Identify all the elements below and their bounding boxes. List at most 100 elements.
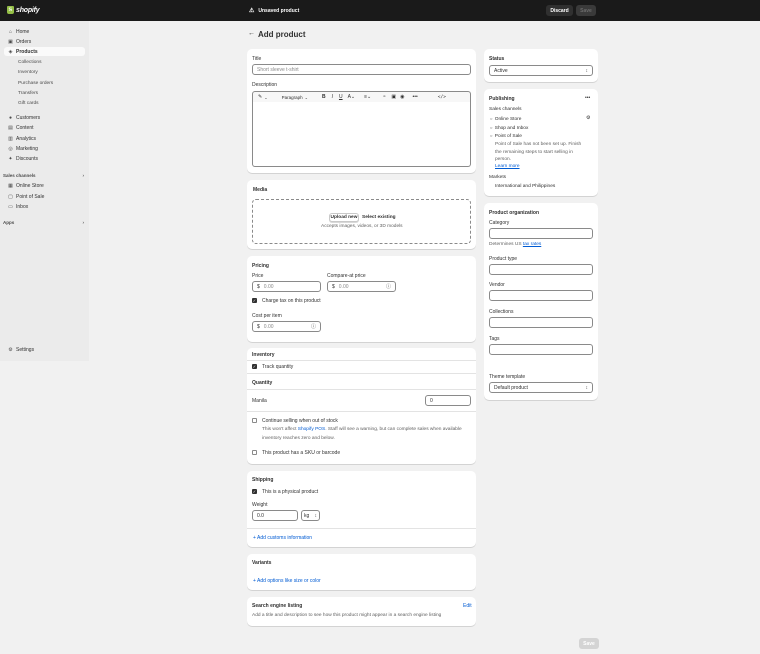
tag-icon: ◈ <box>8 48 13 55</box>
weight-unit-select[interactable]: kg ↕ <box>301 510 320 521</box>
sidebar-sub-transfers[interactable]: Transfers <box>18 91 38 96</box>
cost-per-item-label: Cost per item <box>252 313 282 319</box>
italic-icon[interactable]: I <box>332 94 333 100</box>
paragraph-select[interactable]: Paragraph <box>282 95 303 100</box>
text-color-icon[interactable]: A⌄ <box>348 94 356 100</box>
sidebar-item-settings[interactable]: ⚙ Settings <box>4 345 85 354</box>
warning-icon: ⚠ <box>249 8 255 14</box>
home-icon: ⌂ <box>8 28 13 35</box>
sku-checkbox[interactable] <box>252 450 257 455</box>
collections-input[interactable] <box>489 317 593 328</box>
chart-icon: ▥ <box>8 135 13 142</box>
tags-input[interactable] <box>489 344 593 355</box>
sidebar-sub-collections[interactable]: Collections <box>18 60 41 65</box>
upload-new-button[interactable]: Upload new <box>329 213 359 222</box>
sidebar-item-label: Settings <box>16 346 35 353</box>
more-icon[interactable]: ••• <box>413 94 418 100</box>
category-input[interactable] <box>489 228 593 239</box>
seo-description: Add a title and description to see how t… <box>252 613 442 618</box>
align-icon[interactable]: ≡⌄ <box>364 94 371 100</box>
chevron-down-icon: ⌄ <box>304 94 308 100</box>
sidebar-item-discounts[interactable]: ✦ Discounts <box>4 154 85 163</box>
tax-rates-note: Determines US tax rates <box>489 242 541 247</box>
shopify-logo[interactable]: shopify <box>7 6 40 14</box>
variants-card <box>247 554 476 590</box>
status-select[interactable]: Active ↕ <box>489 65 593 76</box>
discard-button[interactable]: Discard <box>546 5 573 16</box>
sidebar-sub-gift-cards[interactable]: Gift cards <box>18 101 39 106</box>
media-heading: Media <box>253 187 268 193</box>
sidebar-item-orders[interactable]: ▣ Orders <box>4 37 85 46</box>
add-customs-label: Add customs information <box>257 535 313 541</box>
shopify-pos-link[interactable]: Shopify POS <box>298 427 325 432</box>
link-icon[interactable]: ⚭ <box>382 94 386 100</box>
channel-label: Online Store <box>494 117 522 122</box>
variants-heading: Variants <box>252 560 272 566</box>
product-type-label: Product type <box>489 256 518 262</box>
tax-rates-link[interactable]: tax rates <box>523 242 541 247</box>
info-icon[interactable]: ⓘ <box>386 283 391 290</box>
apps-heading[interactable]: Apps › <box>3 220 84 225</box>
sidebar-item-label: Products <box>16 48 38 55</box>
sidebar-item-label: Inbox <box>16 203 29 210</box>
save-button-bottom[interactable]: Save <box>579 638 599 649</box>
title-input[interactable]: Short sleeve t-shirt <box>252 64 471 75</box>
sales-channels-heading[interactable]: Sales channels › <box>3 173 84 178</box>
image-icon[interactable]: ▣ <box>391 94 396 100</box>
physical-product-checkbox[interactable] <box>252 489 257 494</box>
charge-tax-checkbox[interactable] <box>252 298 257 303</box>
description-label: Description <box>252 82 278 88</box>
sidebar-item-point-of-sale[interactable]: ▢ Point of Sale <box>4 192 85 201</box>
divider <box>247 389 476 390</box>
shipping-heading: Shipping <box>252 477 274 483</box>
underline-icon[interactable]: U <box>339 94 343 100</box>
theme-template-select[interactable]: Default product ↕ <box>489 382 593 393</box>
sidebar-item-inbox[interactable]: ▭ Inbox <box>4 202 85 211</box>
continue-selling-checkbox[interactable] <box>252 418 257 423</box>
save-button-top[interactable]: Save <box>576 5 596 16</box>
sidebar-sub-purchase-orders[interactable]: Purchase orders <box>18 81 53 86</box>
add-options-button[interactable]: + Add options like size or color <box>253 578 321 584</box>
sidebar-item-label: Orders <box>16 38 32 45</box>
quantity-input[interactable]: 0 <box>425 395 471 406</box>
info-icon[interactable]: ⓘ <box>311 323 316 330</box>
pos-setup-note: Point of Sale has not been set up. Finis… <box>495 142 582 162</box>
sidebar-item-content[interactable]: ▤ Content <box>4 123 85 132</box>
add-options-label: Add options like size or color <box>257 578 321 584</box>
tags-label: Tags <box>489 336 500 342</box>
more-horizontal-icon[interactable]: ••• <box>585 95 590 101</box>
weight-unit: kg <box>304 512 310 519</box>
video-icon[interactable]: ◉ <box>400 94 404 100</box>
product-type-input[interactable] <box>489 264 593 275</box>
quantity-heading: Quantity <box>252 380 273 386</box>
code-icon[interactable]: </> <box>438 95 446 100</box>
compare-at-input[interactable]: $ 0.00 ⓘ <box>327 281 396 292</box>
bold-icon[interactable]: B <box>322 94 326 100</box>
sidebar-item-label: Customers <box>16 114 41 121</box>
sidebar-item-customers[interactable]: ● Customers <box>4 113 85 122</box>
add-customs-button[interactable]: + Add customs information <box>253 535 312 541</box>
cost-per-item-input[interactable]: $ 0.00 ⓘ <box>252 321 321 332</box>
select-existing-button[interactable]: Select existing <box>362 213 396 222</box>
divider <box>247 528 476 529</box>
chevron-updown-icon: ↕ <box>314 512 318 519</box>
track-quantity-checkbox[interactable] <box>252 364 257 369</box>
sidebar-item-home[interactable]: ⌂ Home <box>4 27 85 36</box>
sidebar-item-products[interactable]: ◈ Products <box>4 47 85 56</box>
weight-input[interactable]: 0.0 <box>252 510 298 521</box>
sidebar-item-label: Online Store <box>16 182 44 189</box>
magic-icon[interactable]: ✎ <box>258 94 262 100</box>
vendor-label: Vendor <box>489 282 505 288</box>
seo-edit-button[interactable]: Edit <box>463 603 472 609</box>
sidebar-item-analytics[interactable]: ▥ Analytics <box>4 134 85 143</box>
description-editor[interactable] <box>252 102 471 167</box>
back-arrow-icon[interactable]: ← <box>248 30 255 37</box>
sidebar-sub-inventory[interactable]: Inventory <box>18 70 38 75</box>
sidebar-item-online-store[interactable]: ▦ Online Store <box>4 181 85 190</box>
price-input[interactable]: $ 0.00 <box>252 281 321 292</box>
sidebar-item-marketing[interactable]: ◎ Marketing <box>4 144 85 153</box>
learn-more-link[interactable]: Learn more <box>495 164 520 169</box>
manage-channels-icon[interactable]: ⚙ <box>586 115 590 121</box>
content-icon: ▤ <box>8 124 13 131</box>
vendor-input[interactable] <box>489 290 593 301</box>
